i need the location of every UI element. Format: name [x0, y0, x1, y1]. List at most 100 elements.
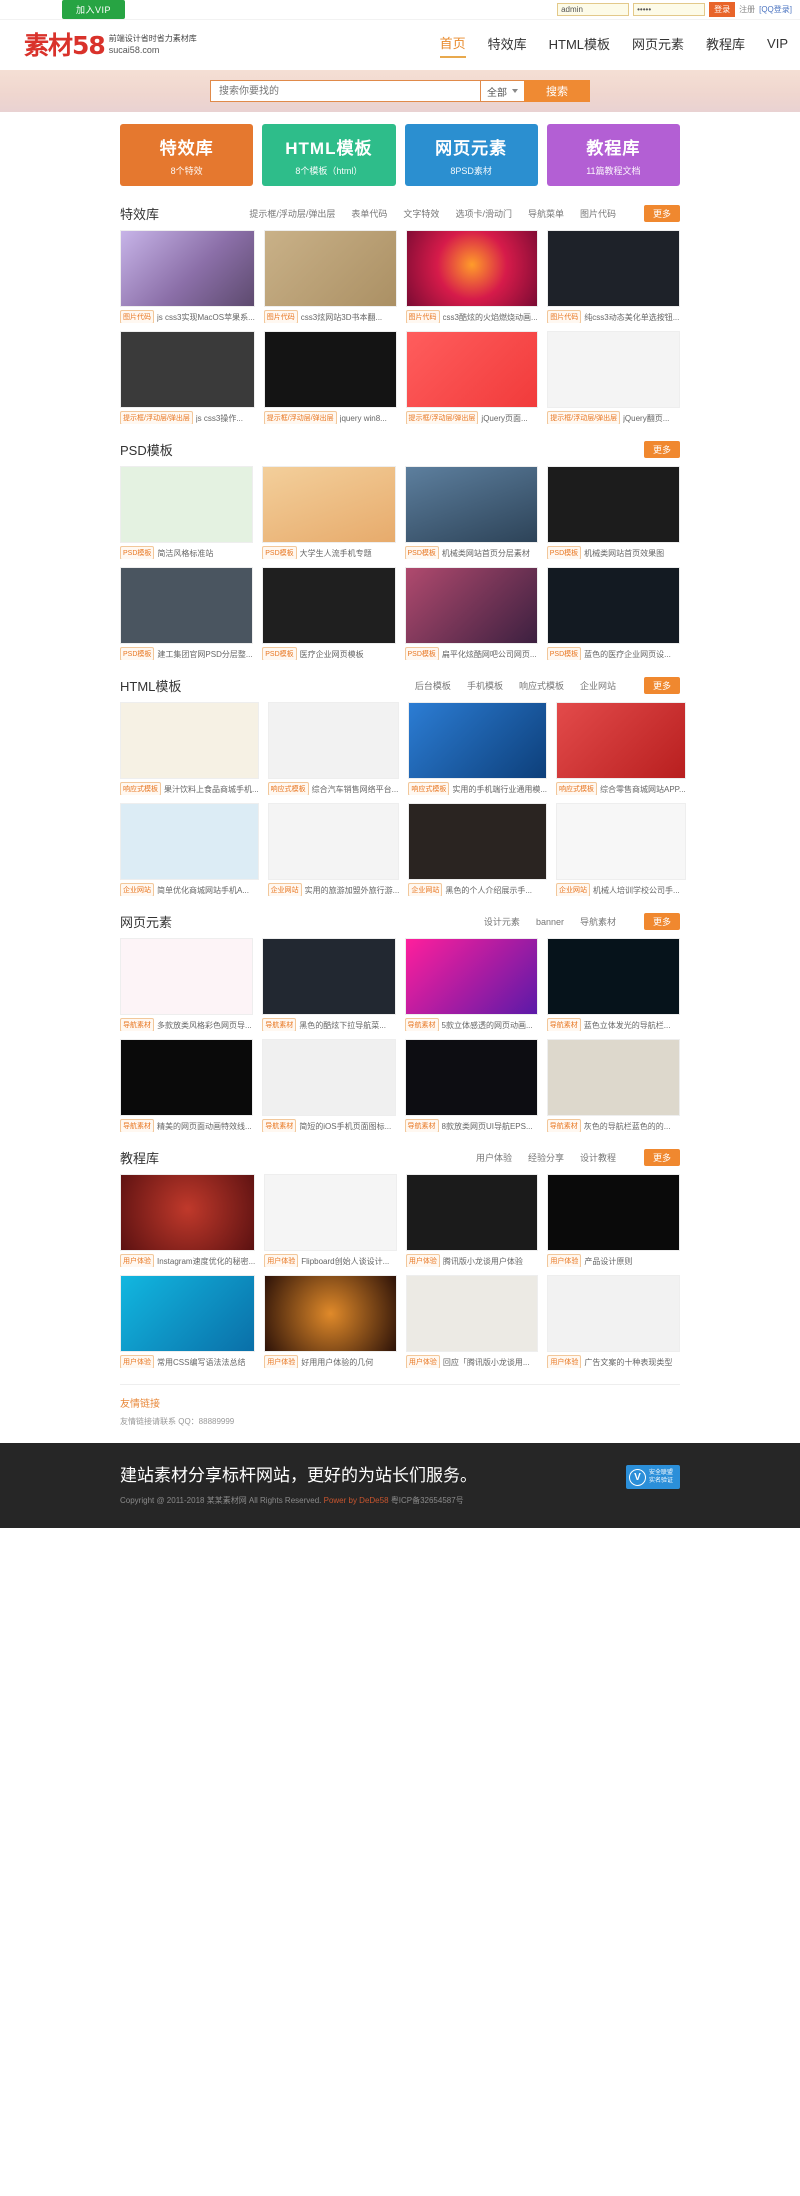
thumb-tag[interactable]: 响应式模板 — [267, 782, 309, 795]
login-button[interactable]: 登录 — [709, 2, 736, 17]
thumb-item[interactable]: 用户体验 产品设计原则 — [547, 1174, 680, 1267]
thumb-item[interactable]: 导航素材 灰色的导航栏蓝色的的... — [546, 1039, 680, 1132]
section-category-link[interactable]: 用户体验 — [476, 1151, 512, 1164]
thumb-tag[interactable]: 图片代码 — [263, 310, 298, 323]
thumb-image[interactable] — [556, 702, 686, 779]
thumb-title[interactable]: js css3操作... — [196, 413, 243, 424]
thumb-title[interactable]: 腾讯版小龙谈用户体验 — [443, 1256, 523, 1267]
site-logo[interactable]: 素材58 前端设计省时省力素材库 sucai58.com — [24, 33, 197, 58]
section-category-link[interactable]: 图片代码 — [580, 207, 616, 220]
thumb-image[interactable] — [547, 331, 680, 408]
thumb-item[interactable]: PSD模板 机械类网站首页效果图 — [546, 466, 680, 559]
thumb-item[interactable]: 用户体验 广告文案的十种表现类型 — [547, 1275, 680, 1368]
thumb-item[interactable]: 导航素材 精美的网页面动画特效线... — [120, 1039, 254, 1132]
thumb-image[interactable] — [405, 230, 539, 307]
thumb-title[interactable]: 灰色的导航栏蓝色的的... — [584, 1121, 671, 1132]
thumb-item[interactable]: 导航素材 简短的iOS手机页面图标... — [262, 1039, 396, 1132]
thumb-item[interactable]: 企业网站 实用的旅游加盟外旅行游... — [267, 803, 400, 896]
thumb-image[interactable] — [120, 702, 259, 779]
thumb-tag[interactable]: 图片代码 — [120, 310, 154, 323]
thumb-title[interactable]: jQuery翻页... — [623, 413, 669, 424]
thumb-tag[interactable]: 导航素材 — [404, 1018, 439, 1031]
thumb-item[interactable]: 用户体验 回应「腾讯版小龙谈用... — [405, 1275, 539, 1368]
thumb-image[interactable] — [408, 702, 548, 779]
thumb-title[interactable]: 精美的网页面动画特效线... — [157, 1121, 252, 1132]
thumb-tag[interactable]: 用户体验 — [120, 1355, 154, 1368]
thumb-image[interactable] — [404, 466, 538, 543]
category-card-3[interactable]: 教程库 11篇教程文档 — [546, 124, 680, 186]
thumb-item[interactable]: 提示框/浮动层/弹出层 jQuery翻页... — [547, 331, 680, 424]
thumb-item[interactable]: 响应式模板 果汁饮料上食品商城手机... — [120, 702, 259, 795]
thumb-item[interactable]: 提示框/浮动层/弹出层 jquery win8... — [263, 331, 397, 424]
thumb-title[interactable]: 多款放类风格彩色网页导... — [157, 1020, 252, 1031]
thumb-item[interactable]: 导航素材 黑色的酷炫下拉导航菜... — [262, 938, 396, 1031]
thumb-item[interactable]: 用户体验 Flipboard创始人谈设计... — [264, 1174, 397, 1267]
category-card-2[interactable]: 网页元素 8PSD素材 — [404, 124, 538, 186]
thumb-tag[interactable]: 企业网站 — [556, 883, 591, 896]
thumb-tag[interactable]: 图片代码 — [405, 310, 440, 323]
thumb-item[interactable]: 图片代码 纯css3动态美化单选按钮... — [547, 230, 680, 323]
thumb-tag[interactable]: 用户体验 — [405, 1254, 440, 1267]
thumb-tag[interactable]: PSD模板 — [262, 647, 297, 660]
thumb-item[interactable]: 导航素材 蓝色立体发光的导航栏... — [546, 938, 680, 1031]
thumb-item[interactable]: 图片代码 js css3实现MacOS苹果系... — [120, 230, 255, 323]
thumb-tag[interactable]: 导航素材 — [120, 1119, 154, 1132]
thumb-item[interactable]: PSD模板 蓝色的医疗企业网页设... — [546, 567, 680, 660]
section-category-link[interactable]: 表单代码 — [351, 207, 387, 220]
thumb-tag[interactable]: PSD模板 — [404, 647, 439, 660]
thumb-image[interactable] — [262, 1039, 396, 1116]
password-input[interactable] — [633, 3, 706, 16]
search-button[interactable]: 搜索 — [524, 80, 590, 102]
thumb-title[interactable]: 综合零售商城网站APP... — [600, 784, 686, 795]
thumb-tag[interactable]: PSD模板 — [546, 546, 582, 559]
category-card-1[interactable]: HTML模板 8个模板（html） — [262, 124, 396, 186]
thumb-image[interactable] — [404, 938, 538, 1015]
thumb-tag[interactable]: 提示框/浮动层/弹出层 — [120, 411, 193, 424]
trust-badge[interactable]: V 安全联盟 实名验证 — [626, 1465, 680, 1489]
section-category-link[interactable]: 导航菜单 — [528, 207, 564, 220]
thumb-item[interactable]: 导航素材 5款立体感透的网页动画... — [404, 938, 538, 1031]
thumb-tag[interactable]: PSD模板 — [404, 546, 439, 559]
thumb-image[interactable] — [408, 803, 548, 880]
thumb-title[interactable]: Flipboard创始人谈设计... — [301, 1256, 389, 1267]
thumb-title[interactable]: 建工集团官网PSD分层整... — [157, 649, 252, 660]
thumb-image[interactable] — [546, 466, 680, 543]
thumb-image[interactable] — [546, 938, 680, 1015]
thumb-item[interactable]: 企业网站 黑色的个人介绍展示手... — [408, 803, 548, 896]
qq-login-link[interactable]: [QQ登录] — [759, 4, 792, 15]
thumb-title[interactable]: 黑色的个人介绍展示手... — [445, 885, 532, 896]
section-category-link[interactable]: banner — [536, 917, 564, 927]
thumb-tag[interactable]: 导航素材 — [546, 1119, 581, 1132]
thumb-title[interactable]: 蓝色的医疗企业网页设... — [584, 649, 671, 660]
thumb-item[interactable]: 导航素材 8款放类网页UI导航EPS... — [404, 1039, 538, 1132]
thumb-tag[interactable]: PSD模板 — [546, 647, 582, 660]
thumb-item[interactable]: 用户体验 常用CSS编写语法法总结 — [120, 1275, 256, 1368]
section-category-link[interactable]: 响应式模板 — [519, 679, 564, 692]
thumb-image[interactable] — [120, 938, 254, 1015]
thumb-tag[interactable]: 响应式模板 — [556, 782, 598, 795]
section-category-link[interactable]: 设计元素 — [484, 915, 520, 928]
thumb-image[interactable] — [120, 230, 255, 307]
thumb-item[interactable]: 企业网站 机械人培训学校公司手... — [556, 803, 686, 896]
thumb-item[interactable]: 导航素材 多款放类风格彩色网页导... — [120, 938, 254, 1031]
thumb-title[interactable]: 机械人培训学校公司手... — [593, 885, 680, 896]
thumb-item[interactable]: 图片代码 css3炫网站3D书本翻... — [263, 230, 397, 323]
thumb-title[interactable]: jQuery页面... — [481, 413, 527, 424]
thumb-item[interactable]: PSD模板 扁平化炫酷网吧公司网页... — [404, 567, 538, 660]
thumb-tag[interactable]: 用户体验 — [120, 1254, 154, 1267]
category-card-0[interactable]: 特效库 8个特效 — [120, 124, 254, 186]
section-more-button[interactable]: 更多 — [643, 913, 680, 930]
nav-item-0[interactable]: 首页 — [439, 33, 466, 58]
thumb-title[interactable]: js css3实现MacOS苹果系... — [157, 312, 255, 323]
thumb-item[interactable]: 响应式模板 综合零售商城网站APP... — [556, 702, 686, 795]
thumb-title[interactable]: 黑色的酷炫下拉导航菜... — [299, 1020, 386, 1031]
search-input[interactable] — [210, 80, 480, 102]
thumb-image[interactable] — [262, 938, 396, 1015]
thumb-tag[interactable]: PSD模板 — [120, 546, 155, 559]
section-category-link[interactable]: 手机模板 — [467, 679, 503, 692]
section-category-link[interactable]: 经验分享 — [528, 1151, 564, 1164]
thumb-tag[interactable]: 响应式模板 — [120, 782, 161, 795]
thumb-image[interactable] — [547, 230, 680, 307]
thumb-title[interactable]: css3炫网站3D书本翻... — [301, 312, 382, 323]
thumb-image[interactable] — [120, 1174, 256, 1251]
